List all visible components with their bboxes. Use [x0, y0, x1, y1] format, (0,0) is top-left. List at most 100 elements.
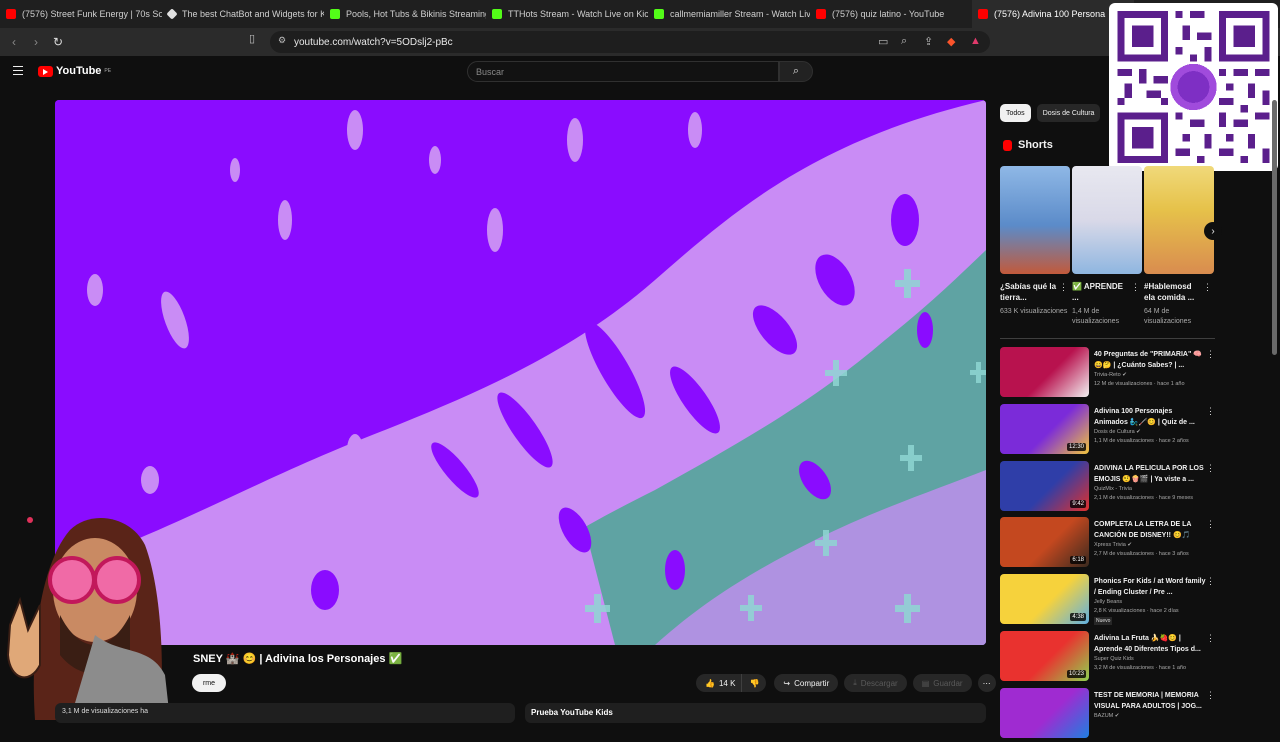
browser-tab[interactable]: (7576) Street Funk Energy | 70s Soul	[0, 0, 162, 28]
filter-chips: Todos Dosis de Cultura	[1000, 104, 1101, 122]
chip-channel[interactable]: Dosis de Cultura	[1036, 104, 1101, 122]
recommendation-item[interactable]: 6:18 COMPLETA LA LETRA DE LA CANCIÓN DE D…	[1000, 517, 1220, 571]
zoom-icon[interactable]: ⌕	[901, 35, 907, 48]
video-thumbnail	[1000, 347, 1089, 397]
more-options-icon[interactable]: ⋮	[1206, 349, 1215, 360]
more-actions-button[interactable]: ⋯	[977, 674, 996, 692]
recommendation-item[interactable]: 10:23 Adivina La Fruta 🍌🍓😊 | Aprende 40 D…	[1000, 631, 1220, 685]
video-thumbnail	[1000, 687, 1089, 738]
share-button[interactable]: ↪ Compartir	[774, 674, 839, 692]
like-button[interactable]: 👍 14 K	[696, 674, 742, 692]
recommendation-item[interactable]: 4:38 Phonics For Kids / at Word family / …	[1000, 574, 1220, 628]
recommendation-title: Adivina La Fruta 🍌🍓😊 | Aprende 40 Difere…	[1094, 635, 1201, 653]
youtube-logo[interactable]: YouTube PE	[38, 65, 111, 77]
short-thumbnail	[1000, 166, 1070, 274]
browser-tab[interactable]: (7576) quiz latino - YouTube	[810, 0, 972, 28]
recommendation-title: ADIVINA LA PELICULA POR LOS EMOJIS 🤨🍿🎬 |…	[1094, 464, 1204, 483]
search-icon: ⌕	[792, 65, 800, 77]
brave-shield-icon[interactable]: ◆	[947, 35, 955, 48]
recommendation-title: TEST DE MEMORIA | MEMORIA VISUAL PARA AD…	[1094, 691, 1202, 710]
short-thumbnail	[1144, 166, 1214, 274]
recommendation-title: Adivina 100 Personajes Animados 🧞‍♂️🦯😊 |…	[1094, 407, 1195, 426]
tab-favicon-icon	[166, 8, 178, 20]
dislike-button[interactable]: 👎	[741, 674, 767, 692]
video-meta: 2,7 M de visualizaciones · hace 3 años	[1094, 551, 1189, 558]
site-info-icon[interactable]: ⚙	[278, 35, 286, 46]
chip-all[interactable]: Todos	[1000, 104, 1031, 122]
channel-name: QuizMix - Trivia	[1094, 485, 1132, 492]
more-options-icon[interactable]: ⋮	[1203, 282, 1212, 293]
recommendation-item[interactable]: 9:42 ADIVINA LA PELICULA POR LOS EMOJIS 🤨…	[1000, 460, 1220, 515]
recommendation-item[interactable]: TEST DE MEMORIA | MEMORIA VISUAL PARA AD…	[1000, 687, 1220, 742]
shorts-next-button[interactable]: ›	[1204, 222, 1222, 240]
tab-favicon-icon	[816, 9, 826, 19]
download-icon: ⤓	[853, 678, 857, 687]
menu-icon[interactable]	[13, 66, 23, 75]
recommendation-item[interactable]: 40 Preguntas de "PRIMARIA" 🧠😄🤔 | ¿Cuánto…	[1000, 347, 1220, 401]
new-badge: Nuevo	[1094, 617, 1113, 626]
duration-badge: 4:38	[1070, 613, 1086, 622]
browser-toolbar: ‹ › ↻ ▯ ⚙ youtube.com/watch?v=5ODslj2-pB…	[0, 28, 1280, 56]
more-options-icon[interactable]: ⋮	[1206, 406, 1215, 417]
video-thumbnail: 10:23	[1000, 631, 1089, 681]
address-bar[interactable]: ⚙ youtube.com/watch?v=5ODslj2-pBc ▭ ⌕ ⇪ …	[270, 31, 990, 53]
video-meta: 2,1 M de visualizaciones · hace 9 meses	[1094, 494, 1194, 501]
subscribe-button[interactable]: rme	[192, 674, 226, 692]
short-item[interactable]: #Hablemosd ela comida ... 64 M de visual…	[1144, 166, 1214, 327]
channel-name: Jelly Beans	[1094, 599, 1123, 606]
duration-badge: 12:30	[1066, 442, 1086, 451]
browser-tab[interactable]: Pools, Hot Tubs & Bikinis Streaming	[324, 0, 486, 28]
scrollbar[interactable]	[1272, 100, 1277, 355]
video-meta: 12 M de visualizaciones · hace 1 año	[1094, 381, 1185, 387]
more-options-icon[interactable]: ⋮	[1059, 282, 1068, 293]
more-options-icon[interactable]: ⋮	[1131, 282, 1140, 293]
search-button[interactable]: ⌕	[779, 61, 813, 82]
url-text: youtube.com/watch?v=5ODslj2-pBc	[294, 36, 453, 48]
download-button[interactable]: ⤓ Descargar	[844, 674, 907, 692]
save-button[interactable]: ▤ Guardar	[912, 674, 972, 692]
bookmark-icon[interactable]: ▯	[249, 32, 255, 45]
browser-tab[interactable]: callmemiamiller Stream - Watch Live	[648, 0, 810, 28]
recommendation-title: 40 Preguntas de "PRIMARIA" 🧠😄🤔 | ¿Cuánto…	[1094, 351, 1202, 369]
more-options-icon[interactable]: ⋮	[1206, 690, 1215, 701]
more-options-icon[interactable]: ⋮	[1206, 519, 1215, 530]
tab-favicon-icon	[330, 9, 340, 19]
duration-badge: 10:23	[1066, 670, 1086, 678]
shorts-heading: Shorts	[1003, 139, 1053, 151]
youtube-kids-promo[interactable]: Prueba YouTube Kids	[525, 703, 986, 723]
video-actions: 👍 14 K 👎 ↪ Compartir ⤓ Descargar ▤ Guardar ⋯	[696, 674, 996, 692]
more-options-icon[interactable]: ⋮	[1206, 633, 1215, 644]
share-arrow-icon: ↪	[783, 678, 791, 688]
video-meta: 2,8 K visualizaciones · hace 2 días	[1094, 608, 1179, 615]
avatar-illustration	[6, 517, 170, 720]
streamer-avatar-overlay	[0, 505, 210, 720]
cast-icon[interactable]: ▭	[878, 35, 888, 48]
reload-icon[interactable]: ↻	[49, 33, 67, 51]
save-playlist-icon: ▤	[921, 678, 930, 688]
search-input[interactable]: Buscar	[467, 61, 779, 82]
short-item[interactable]: ✅ APRENDE ... 1,4 M de visualizaciones ⋮	[1072, 166, 1142, 327]
thumbs-down-icon: 👎	[749, 678, 760, 688]
video-meta: 1,1 M de visualizaciones · hace 2 años	[1094, 437, 1189, 444]
recommendation-title: COMPLETA LA LETRA DE LA CANCIÓN DE DISNE…	[1094, 521, 1192, 540]
back-icon[interactable]: ‹	[5, 33, 23, 51]
short-thumbnail	[1072, 166, 1142, 274]
more-options-icon[interactable]: ⋮	[1206, 463, 1215, 474]
forward-icon[interactable]: ›	[27, 33, 45, 51]
video-title: SNEY 🏰 😊 | Adivina los Personajes ✅	[193, 653, 403, 665]
browser-tab[interactable]: The best ChatBot and Widgets for Ki	[162, 0, 324, 28]
browser-tab[interactable]: TTHots Stream - Watch Live on Kick	[486, 0, 648, 28]
duration-badge: 9:42	[1070, 499, 1086, 508]
channel-name: Trivia-Reto ✔	[1094, 372, 1127, 378]
duration-badge: 6:18	[1070, 556, 1086, 565]
shorts-icon	[1003, 139, 1012, 151]
short-item[interactable]: ¿Sabías qué la tierra... 633 K visualiza…	[1000, 166, 1070, 317]
yape-qr-overlay	[1109, 3, 1278, 171]
channel-name: Xpress Trivia ✔	[1094, 542, 1132, 549]
more-options-icon[interactable]: ⋮	[1206, 576, 1215, 587]
rewards-icon[interactable]: ▲	[970, 35, 981, 47]
description-box[interactable]: 3,1 M de visualizaciones ha	[55, 703, 515, 723]
channel-name: Super Quiz Kids	[1094, 656, 1134, 662]
share-icon[interactable]: ⇪	[924, 35, 933, 48]
recommendation-item[interactable]: 12:30 Adivina 100 Personajes Animados 🧞‍♂…	[1000, 403, 1220, 458]
